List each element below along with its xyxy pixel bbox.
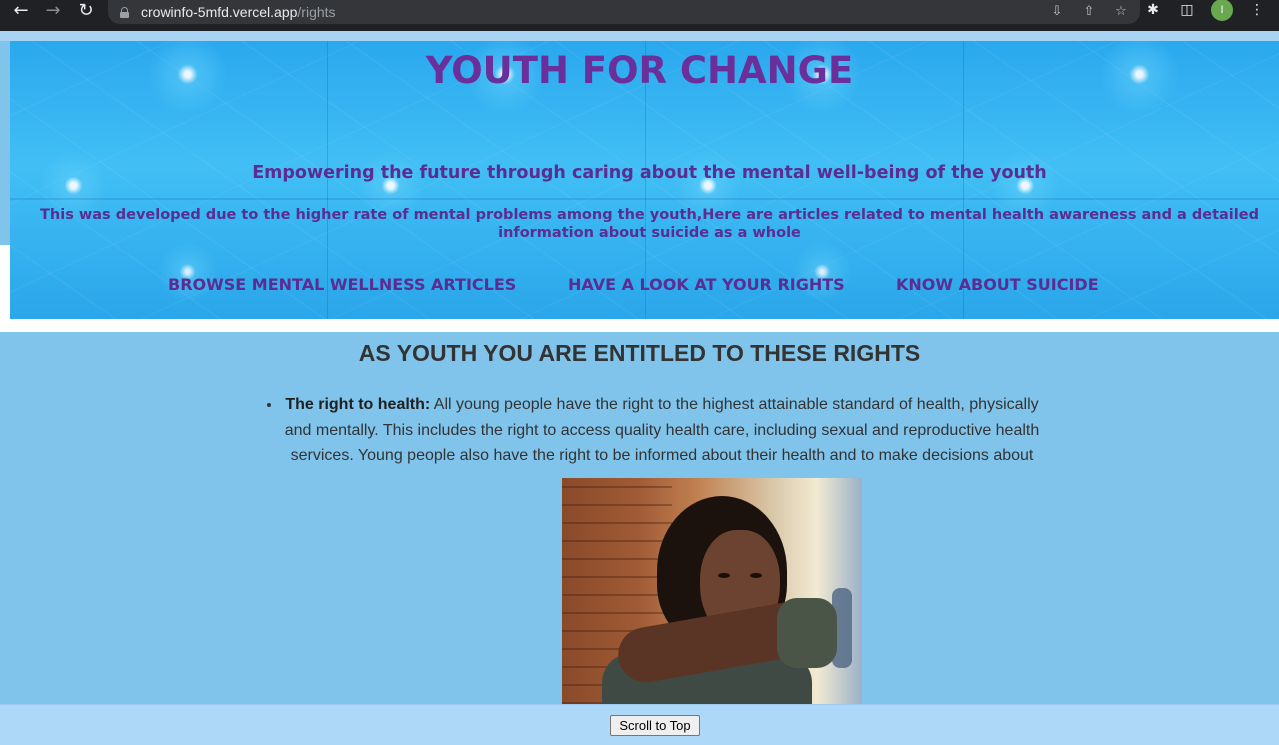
puzzle-extension-icon[interactable]: ✱ (1143, 0, 1163, 20)
site-subtitle: Empowering the future through caring abo… (252, 163, 1047, 183)
side-panel-icon[interactable]: ◫ (1177, 0, 1197, 20)
avatar[interactable]: I (1211, 0, 1233, 21)
browser-toolbar: ← → ↻ crowinfo-5mfd.vercel.app/rights ⇩ … (0, 0, 1279, 31)
forward-arrow-icon[interactable]: → (43, 0, 63, 21)
list-item: The right to health: All young people ha… (282, 392, 1042, 469)
scroll-to-top-button[interactable]: Scroll to Top (610, 715, 700, 736)
site-description: This was developed due to the higher rat… (40, 207, 1259, 241)
footer-bar: Scroll to Top (0, 704, 1279, 745)
reload-icon[interactable]: ↻ (76, 0, 96, 21)
nav-link-articles[interactable]: BROWSE MENTAL WELLNESS ARTICLES (168, 275, 516, 294)
url-host: crowinfo-5mfd.vercel.app (141, 4, 298, 20)
lock-icon[interactable] (120, 6, 129, 18)
nav-link-rights[interactable]: HAVE A LOOK AT YOUR RIGHTS (568, 275, 845, 294)
rights-heading: AS YOUTH YOU ARE ENTITLED TO THESE RIGHT… (358, 340, 921, 366)
site-title: YOUTH FOR CHANGE (425, 49, 854, 92)
url-path: /rights (297, 4, 336, 20)
photo-eye-left (718, 573, 730, 578)
rights-list: The right to health: All young people ha… (264, 392, 1064, 469)
star-icon[interactable]: ☆ (1112, 2, 1130, 20)
back-arrow-icon[interactable]: ← (11, 0, 31, 21)
share-icon[interactable]: ⇧ (1080, 2, 1098, 20)
right-title: The right to health: (285, 396, 431, 413)
photo-eye-right (750, 573, 762, 578)
install-icon[interactable]: ⇩ (1048, 2, 1066, 20)
address-bar[interactable]: crowinfo-5mfd.vercel.app/rights ⇩ ⇧ ☆ (108, 0, 1140, 24)
nav-link-suicide[interactable]: KNOW ABOUT SUICIDE (896, 275, 1099, 294)
kebab-menu-icon[interactable]: ⋮ (1247, 0, 1267, 20)
youth-photo (562, 478, 862, 704)
main-nav: BROWSE MENTAL WELLNESS ARTICLES HAVE A L… (0, 275, 1279, 295)
page-top-strip (0, 31, 1279, 41)
photo-sleeve (777, 598, 837, 668)
